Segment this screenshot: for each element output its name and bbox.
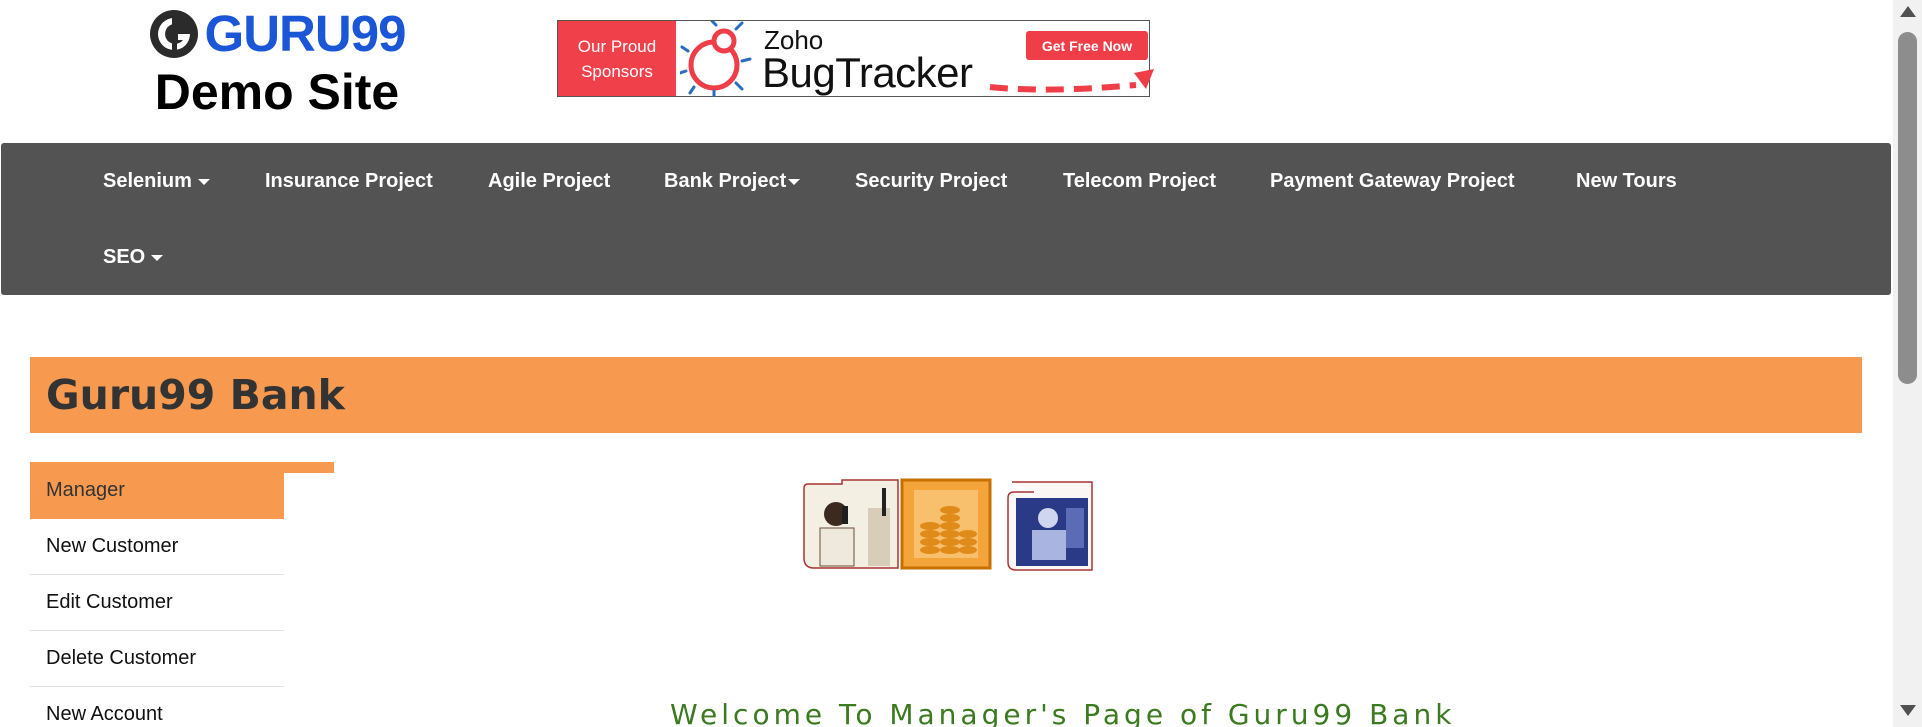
- logo-subtitle: Demo Site: [154, 64, 400, 120]
- bank-title-band: Guru99 Bank: [30, 357, 1862, 433]
- nav-item-agile-project[interactable]: Agile Project: [488, 170, 610, 193]
- chevron-down-icon: [151, 254, 164, 261]
- sidebar-item-new-account[interactable]: New Account: [30, 687, 284, 727]
- sidebar-item-new-customer[interactable]: New Customer: [30, 519, 284, 575]
- banner-line-2: Sponsors: [581, 61, 653, 81]
- nav-item-label: Bank Project: [664, 170, 787, 192]
- nav-item-label: Payment Gateway Project: [1270, 170, 1515, 192]
- banner-sponsor-label: Our Proud Sponsors: [558, 21, 676, 96]
- sidebar-item-manager[interactable]: Manager: [30, 462, 284, 519]
- nav-item-label: New Tours: [1576, 170, 1677, 192]
- sponsor-banner[interactable]: Our Proud Sponsors Zoho BugTracker Get F…: [557, 20, 1154, 97]
- woman-at-desk-photo: [1007, 481, 1093, 571]
- page-scrollbar[interactable]: [1893, 0, 1922, 727]
- scroll-up-arrow-icon[interactable]: [1900, 6, 1916, 17]
- sidebar-item-delete-customer[interactable]: Delete Customer: [30, 631, 284, 687]
- nav-item-label: Telecom Project: [1063, 170, 1217, 192]
- nav-item-insurance-project[interactable]: Insurance Project: [265, 170, 433, 193]
- welcome-message: Welcome To Manager's Page of Guru99 Bank: [670, 698, 1456, 727]
- banner-ad: Zoho BugTracker Get Free Now: [676, 21, 1154, 97]
- nav-item-label: Insurance Project: [265, 170, 433, 192]
- coin-stack-photo: [900, 478, 992, 570]
- page: GURU99 Demo Site Our Proud Sponsors Zoho…: [0, 0, 1922, 727]
- logo-row: GURU99: [146, 6, 408, 62]
- nav-item-security-project[interactable]: Security Project: [855, 170, 1007, 193]
- nav-item-telecom-project[interactable]: Telecom Project: [1063, 170, 1216, 193]
- bug-icon: [680, 21, 752, 97]
- scroll-down-arrow-icon[interactable]: [1900, 705, 1916, 716]
- sidebar-item-label: Edit Customer: [46, 591, 173, 613]
- chevron-down-icon: [197, 178, 210, 185]
- sidebar-item-label: New Customer: [46, 535, 179, 557]
- nav-item-label: Security Project: [855, 170, 1008, 192]
- dashed-arrow-icon: [989, 69, 1154, 93]
- nav-item-seo[interactable]: SEO: [103, 246, 164, 269]
- nav-item-selenium[interactable]: Selenium: [103, 170, 210, 193]
- banking-images: [803, 478, 1093, 571]
- nav-item-bank-project[interactable]: Bank Project: [664, 170, 801, 193]
- nav-item-label: Agile Project: [488, 170, 611, 192]
- main-navbar: Selenium Insurance Project Agile Project…: [1, 143, 1891, 295]
- get-free-now-button[interactable]: Get Free Now: [1026, 31, 1148, 60]
- chevron-down-icon: [788, 178, 801, 185]
- banner-line-1: Our Proud: [577, 36, 657, 56]
- sidebar-item-label: Manager: [46, 479, 125, 501]
- nav-item-label: SEO: [103, 246, 146, 268]
- nav-item-label: Selenium: [103, 170, 192, 192]
- nav-item-new-tours[interactable]: New Tours: [1576, 170, 1677, 193]
- banner-brand-large: BugTracker: [762, 49, 973, 96]
- page-title: Guru99 Bank: [46, 371, 345, 419]
- scroll-thumb[interactable]: [1898, 32, 1917, 384]
- sidebar-item-label: New Account: [46, 703, 163, 725]
- nav-item-payment-gateway-project[interactable]: Payment Gateway Project: [1270, 170, 1515, 193]
- guru99-logo-icon: [149, 10, 198, 58]
- logo-text: GURU99: [204, 5, 407, 62]
- sidebar-item-label: Delete Customer: [46, 647, 197, 669]
- sidebar-item-edit-customer[interactable]: Edit Customer: [30, 575, 284, 631]
- site-logo[interactable]: GURU99 Demo Site: [146, 6, 408, 120]
- man-on-phone-photo: [803, 479, 899, 569]
